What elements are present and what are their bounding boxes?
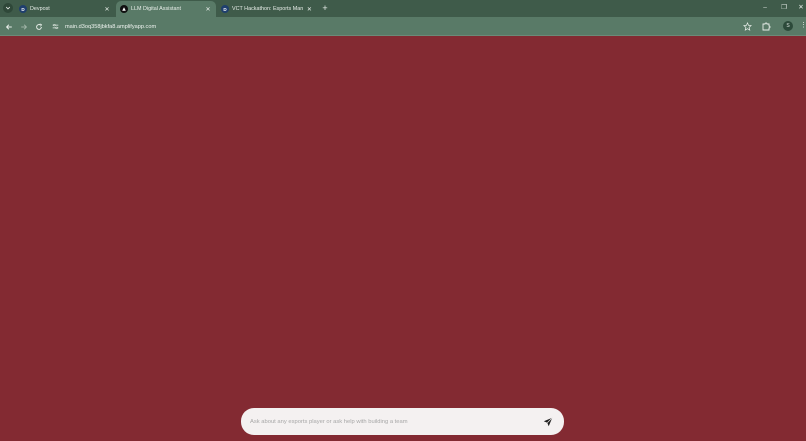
close-icon[interactable]: ✕ bbox=[306, 5, 313, 13]
tab-search-button[interactable] bbox=[3, 3, 13, 13]
arrow-right-icon bbox=[20, 23, 27, 30]
devpost-favicon-icon: D bbox=[221, 5, 229, 13]
page-content bbox=[0, 36, 806, 441]
new-tab-button[interactable]: + bbox=[320, 3, 330, 13]
tab-title: LLM Digital Assistant bbox=[131, 6, 182, 12]
browser-menu-button[interactable]: ⋮ bbox=[800, 21, 806, 31]
devpost-favicon-icon: D bbox=[19, 5, 27, 13]
arrow-left-icon bbox=[5, 23, 12, 30]
forward-button[interactable] bbox=[18, 21, 29, 32]
tab-strip: D Devpost ✕ LLM Digital Assistant ✕ D VC… bbox=[0, 0, 806, 17]
restore-button[interactable]: ❐ bbox=[777, 2, 791, 14]
tab-devpost[interactable]: D Devpost ✕ bbox=[15, 1, 115, 17]
chevron-down-icon bbox=[5, 6, 11, 10]
minimize-button[interactable]: – bbox=[758, 2, 772, 14]
star-icon[interactable] bbox=[743, 22, 752, 31]
address-bar[interactable]: main.d3oq358jbkfa8.amplifyapp.com bbox=[48, 20, 756, 33]
site-info-button[interactable] bbox=[51, 22, 60, 31]
puzzle-icon[interactable] bbox=[761, 21, 771, 31]
window-close-button[interactable]: ✕ bbox=[794, 2, 806, 14]
back-button[interactable] bbox=[3, 21, 14, 32]
tab-vct-hackathon[interactable]: D VCT Hackathon: Esports Manag ✕ bbox=[217, 1, 317, 17]
close-icon[interactable]: ✕ bbox=[103, 5, 111, 13]
address-text: main.d3oq358jbkfa8.amplifyapp.com bbox=[65, 23, 157, 30]
close-icon[interactable]: ✕ bbox=[204, 5, 212, 13]
send-icon bbox=[543, 416, 553, 426]
tab-title: VCT Hackathon: Esports Manag bbox=[232, 6, 303, 12]
chat-input-bar bbox=[241, 408, 564, 435]
app-favicon-icon bbox=[120, 5, 128, 13]
tune-icon bbox=[52, 23, 59, 30]
tab-title: Devpost bbox=[30, 6, 50, 12]
reload-icon bbox=[35, 22, 42, 30]
browser-toolbar: main.d3oq358jbkfa8.amplifyapp.com bbox=[0, 17, 806, 36]
send-button[interactable] bbox=[541, 415, 555, 429]
profile-avatar[interactable]: S bbox=[783, 21, 793, 31]
chat-input[interactable] bbox=[241, 408, 541, 435]
reload-button[interactable] bbox=[33, 21, 44, 32]
tab-llm-digital-assistant[interactable]: LLM Digital Assistant ✕ bbox=[116, 1, 216, 17]
